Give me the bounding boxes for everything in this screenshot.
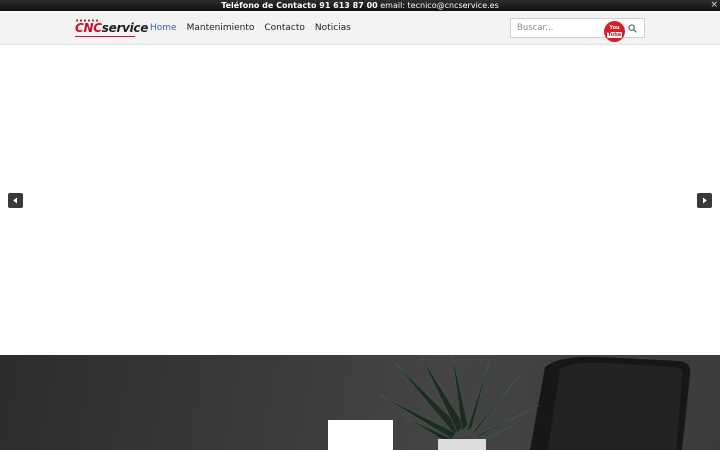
hero-content-box bbox=[328, 420, 393, 450]
contact-email[interactable]: email: tecnico@cncservice.es bbox=[380, 1, 499, 10]
image-slider bbox=[0, 45, 720, 355]
nav-home[interactable]: Home bbox=[150, 23, 177, 33]
nav-noticias[interactable]: Noticias bbox=[315, 23, 351, 33]
site-header: CNCservice Home Mantenimiento Contacto N… bbox=[0, 11, 720, 45]
slider-next-button[interactable] bbox=[697, 193, 712, 208]
youtube-icon[interactable]: You Tube bbox=[604, 21, 625, 42]
search-box bbox=[510, 18, 645, 38]
logo-underline bbox=[75, 36, 135, 37]
close-icon[interactable]: × bbox=[710, 0, 718, 10]
search-icon[interactable] bbox=[628, 24, 637, 33]
contact-phone: Teléfono de Contacto 91 613 87 00 bbox=[221, 1, 378, 10]
main-nav: Home Mantenimiento Contacto Noticias bbox=[150, 11, 361, 45]
hero-section bbox=[0, 355, 720, 450]
slider-prev-button[interactable] bbox=[8, 193, 23, 208]
logo-text: CNCservice bbox=[75, 21, 149, 35]
contact-topbar: Teléfono de Contacto 91 613 87 00 email:… bbox=[0, 0, 720, 11]
chevron-left-icon bbox=[13, 197, 17, 204]
site-logo[interactable]: CNCservice bbox=[75, 19, 148, 39]
nav-mantenimiento[interactable]: Mantenimiento bbox=[187, 23, 255, 33]
chevron-right-icon bbox=[703, 197, 707, 204]
nav-contacto[interactable]: Contacto bbox=[264, 23, 305, 33]
